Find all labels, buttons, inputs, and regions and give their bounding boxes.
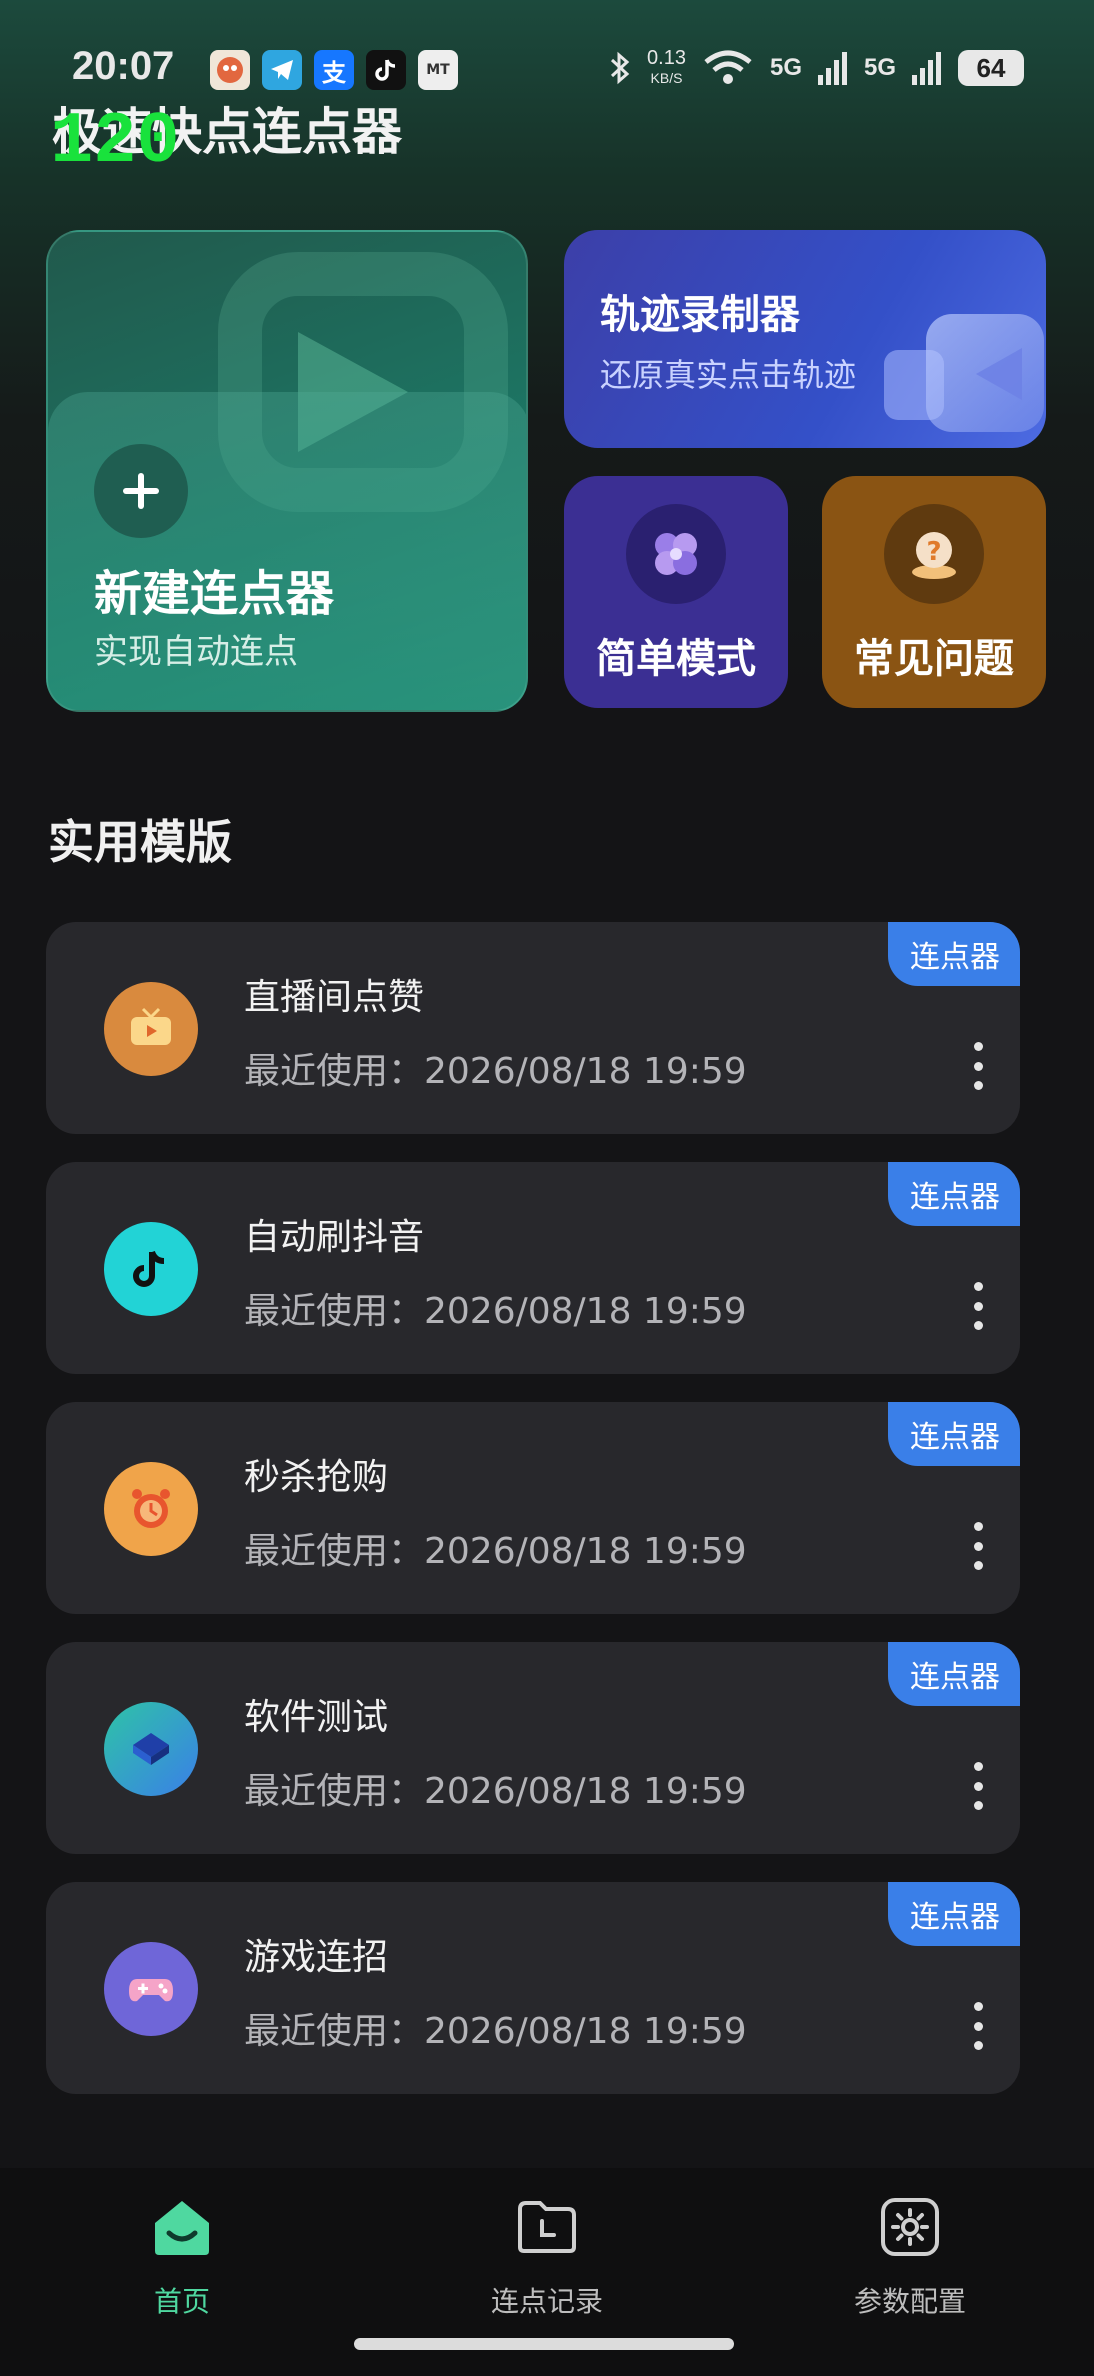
track-recorder-title: 轨迹录制器 — [600, 292, 800, 338]
template-last-used: 最近使用：2026/08/18 19:59 — [244, 1531, 747, 1572]
signal-icon — [912, 52, 941, 85]
plus-icon — [94, 444, 188, 538]
template-last-used: 最近使用：2026/08/18 19:59 — [244, 1291, 747, 1332]
alipay-icon: 支 — [314, 50, 354, 90]
status-time: 20:07 — [72, 44, 175, 88]
folder-clock-icon — [512, 2192, 582, 2262]
faq-title: 常见问题 — [854, 636, 1014, 682]
more-options-icon[interactable] — [964, 2002, 992, 2050]
camera-play-shape — [976, 348, 1022, 400]
template-list: 直播间点赞 最近使用：2026/08/18 19:59 连点器 自动刷抖音 最近… — [46, 922, 1020, 2122]
nav-home-label: 首页 — [153, 2285, 210, 2318]
new-clicker-subtitle: 实现自动连点 — [94, 632, 298, 672]
more-options-icon[interactable] — [964, 1762, 992, 1810]
question-icon: ? — [884, 504, 984, 604]
battery-indicator: 64 — [958, 50, 1024, 86]
telegram-icon — [262, 50, 302, 90]
app-screen: 20:07 支 MT 0.13 KB/S 5G 5G 64 极速快点连点器 12… — [0, 0, 1094, 2376]
nav-click-records-label: 连点记录 — [490, 2285, 603, 2318]
template-badge: 连点器 — [888, 1402, 1020, 1466]
signal-5g-1: 5G — [769, 54, 802, 81]
nav-home[interactable]: 首页 — [72, 2192, 292, 2320]
template-name: 游戏连招 — [244, 1937, 389, 1978]
template-name: 秒杀抢购 — [244, 1457, 389, 1498]
signal-5g-2: 5G — [863, 54, 896, 81]
tv-icon — [104, 982, 198, 1076]
section-title: 实用模版 — [48, 815, 232, 869]
app-icon — [210, 50, 250, 90]
signal-icon — [817, 52, 847, 85]
settings-icon — [875, 2192, 945, 2262]
more-options-icon[interactable] — [964, 1282, 992, 1330]
nav-settings[interactable]: 参数配置 — [800, 2192, 1020, 2320]
home-icon — [147, 2192, 217, 2262]
template-badge: 连点器 — [888, 1642, 1020, 1706]
simple-mode-title: 简单模式 — [596, 636, 756, 682]
track-recorder-subtitle: 还原真实点击轨迹 — [600, 356, 857, 394]
template-badge: 连点器 — [888, 1162, 1020, 1226]
alarm-icon — [104, 1462, 198, 1556]
tiktok-icon — [366, 50, 406, 90]
template-last-used: 最近使用：2026/08/18 19:59 — [244, 2011, 747, 2052]
network-speed: 0.13 KB/S — [647, 47, 686, 86]
system-status: 0.13 KB/S 5G 5G 64 — [609, 48, 1024, 88]
track-recorder-card[interactable]: 轨迹录制器 还原真实点击轨迹 — [564, 230, 1046, 448]
template-name: 自动刷抖音 — [244, 1217, 425, 1258]
template-name: 直播间点赞 — [244, 977, 425, 1018]
chip-icon — [104, 1702, 198, 1796]
home-indicator[interactable] — [354, 2338, 734, 2350]
simple-mode-card[interactable]: 简单模式 — [564, 476, 788, 708]
template-item-software-test[interactable]: 软件测试 最近使用：2026/08/18 19:59 连点器 — [46, 1642, 1020, 1854]
more-options-icon[interactable] — [964, 1042, 992, 1090]
template-item-auto-tiktok[interactable]: 自动刷抖音 最近使用：2026/08/18 19:59 连点器 — [46, 1162, 1020, 1374]
template-last-used: 最近使用：2026/08/18 19:59 — [244, 1771, 747, 1812]
template-item-flash-sale[interactable]: 秒杀抢购 最近使用：2026/08/18 19:59 连点器 — [46, 1402, 1020, 1614]
new-clicker-card[interactable]: 新建连点器 实现自动连点 — [46, 230, 528, 712]
template-item-live-like[interactable]: 直播间点赞 最近使用：2026/08/18 19:59 连点器 — [46, 922, 1020, 1134]
nav-click-records[interactable]: 连点记录 — [437, 2192, 657, 2320]
template-last-used: 最近使用：2026/08/18 19:59 — [244, 1051, 747, 1092]
clover-icon — [626, 504, 726, 604]
bluetooth-icon — [611, 51, 630, 85]
nav-settings-label: 参数配置 — [853, 2285, 966, 2318]
notification-icons: 支 MT — [210, 50, 458, 90]
svg-text:?: ? — [926, 537, 941, 567]
tiktok-icon — [104, 1222, 198, 1316]
more-options-icon[interactable] — [964, 1522, 992, 1570]
mt-icon: MT — [418, 50, 458, 90]
fps-overlay: 120 — [50, 101, 180, 183]
faq-card[interactable]: ? 常见问题 — [822, 476, 1046, 708]
template-badge: 连点器 — [888, 1882, 1020, 1946]
gamepad-icon — [104, 1942, 198, 2036]
template-name: 软件测试 — [244, 1697, 389, 1738]
wifi-icon — [704, 50, 752, 84]
template-item-game-combo[interactable]: 游戏连招 最近使用：2026/08/18 19:59 连点器 — [46, 1882, 1020, 2094]
new-clicker-title: 新建连点器 — [94, 566, 335, 622]
template-badge: 连点器 — [888, 922, 1020, 986]
